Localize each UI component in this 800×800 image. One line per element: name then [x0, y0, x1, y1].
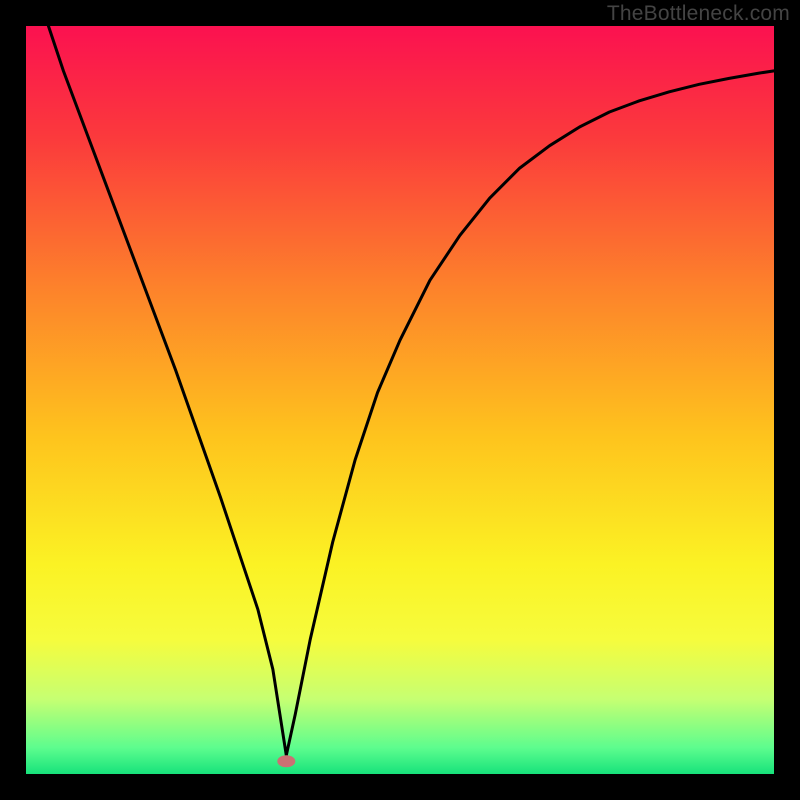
chart-frame — [0, 0, 26, 800]
chart-frame — [774, 0, 800, 800]
watermark-text: TheBottleneck.com — [607, 2, 790, 26]
chart-container: TheBottleneck.com — [0, 0, 800, 800]
chart-frame — [0, 774, 800, 800]
optimum-marker — [277, 755, 295, 767]
chart-background — [26, 26, 774, 774]
bottleneck-chart — [0, 0, 800, 800]
